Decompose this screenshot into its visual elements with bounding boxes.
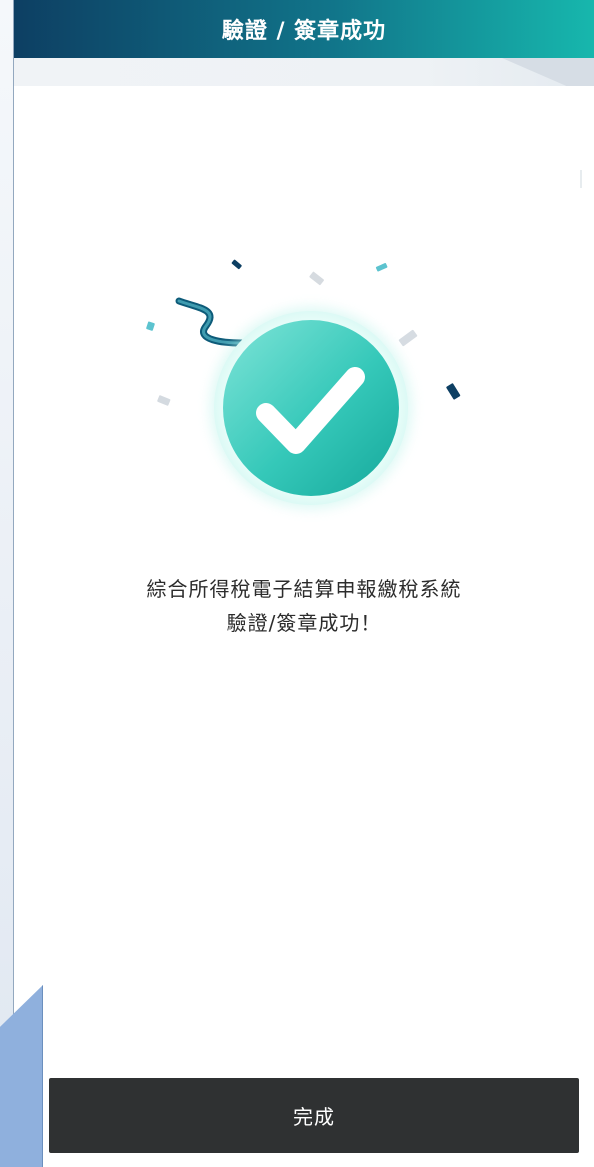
scroll-indicator (580, 170, 582, 188)
message-line-2: 驗證/簽章成功！ (226, 611, 382, 635)
page-title: 驗證 / 簽章成功 (221, 19, 387, 44)
message-line-1: 綜合所得稅電子結算申報繳稅系統 (146, 577, 462, 601)
left-edge-panel (0, 0, 14, 1167)
success-message: 綜合所得稅電子結算申報繳稅系統 驗證/簽章成功！ (14, 572, 594, 640)
success-illustration (131, 248, 475, 528)
confetti-icon (146, 259, 461, 509)
check-circle-icon (210, 307, 412, 509)
app-header: 驗證 / 簽章成功 (14, 0, 594, 58)
done-button[interactable]: 完成 (49, 1078, 579, 1153)
header-band (14, 58, 594, 86)
